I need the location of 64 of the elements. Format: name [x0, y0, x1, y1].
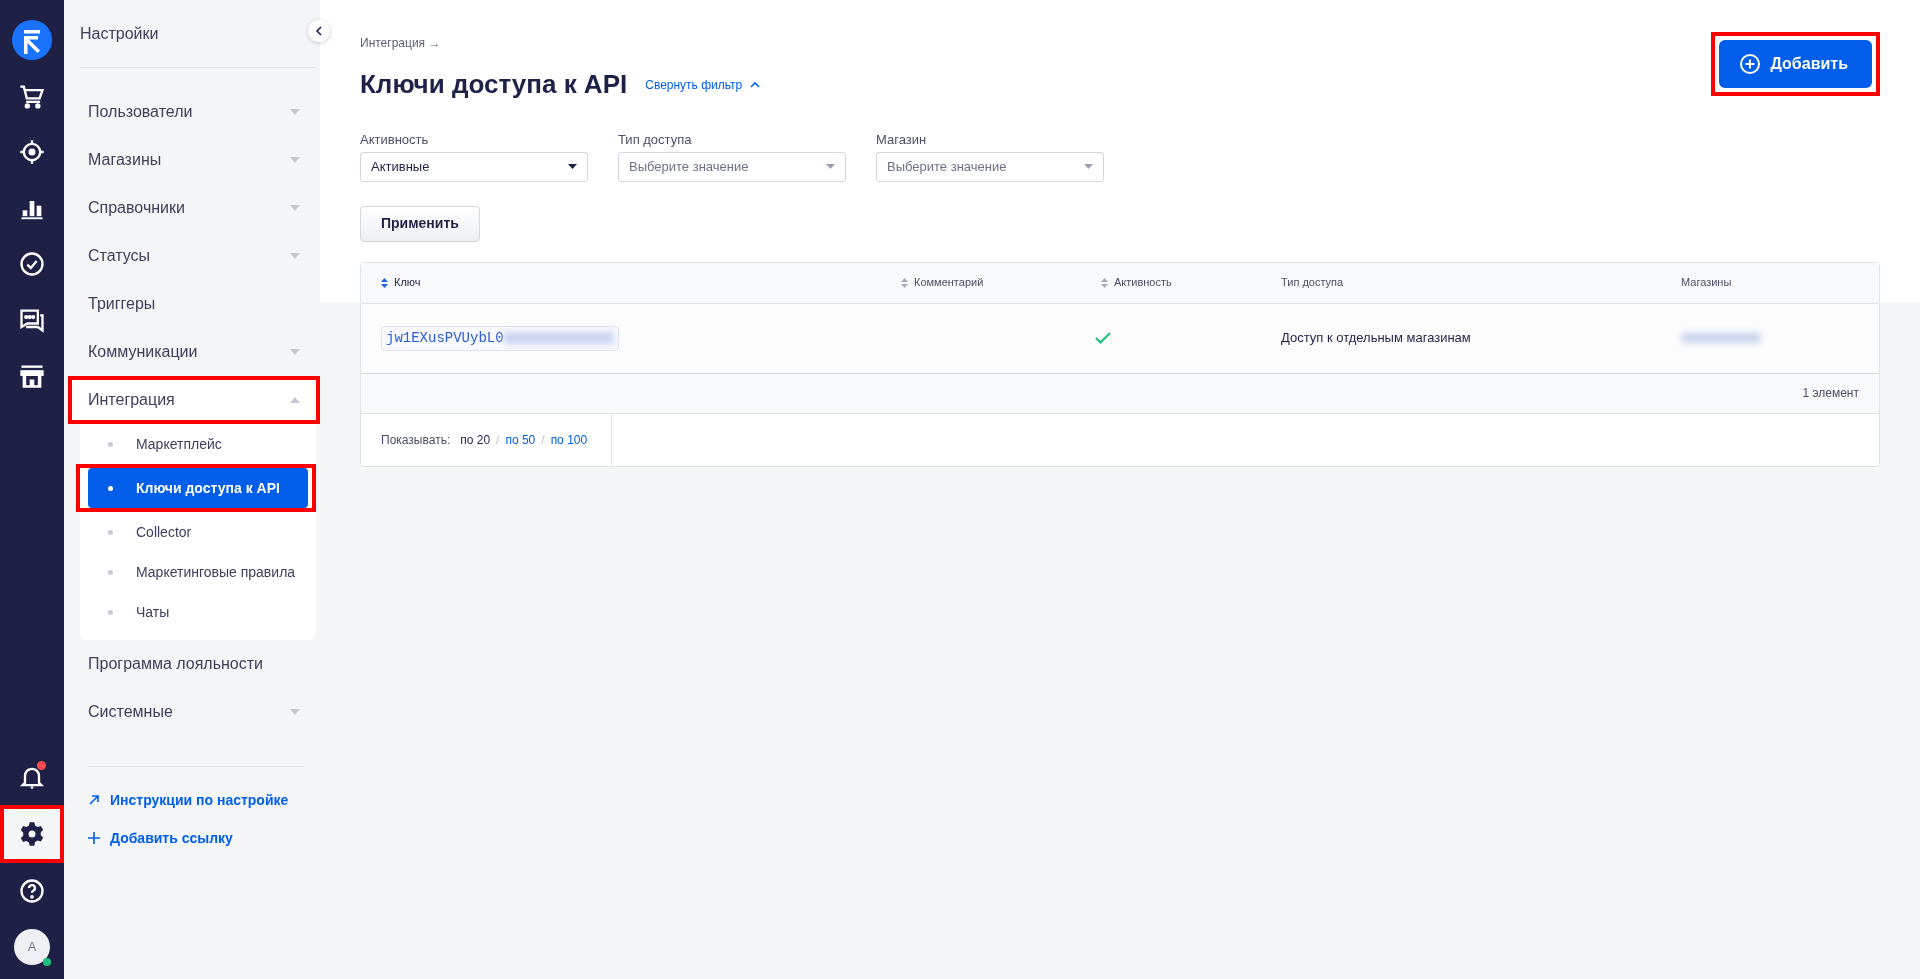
avatar[interactable]: A — [14, 929, 50, 965]
arrow-icon — [88, 794, 100, 806]
check-circle-icon — [18, 250, 46, 278]
filter-label: Магазин — [876, 131, 928, 150]
caret-icon — [1084, 164, 1093, 170]
caret-icon — [290, 253, 300, 259]
caret-icon — [826, 164, 835, 170]
separator: / — [496, 431, 500, 449]
page-size-link[interactable]: по 50 — [505, 430, 536, 449]
filter-label: Активность — [360, 131, 430, 150]
add-button[interactable]: Добавить — [1718, 40, 1872, 88]
column-header: Тип доступа — [1280, 275, 1345, 291]
chevron-left-icon — [315, 26, 323, 36]
plus-icon — [88, 832, 100, 844]
filter-toggle-link[interactable]: Свернуть фильтр — [645, 75, 761, 94]
plus-circle-icon — [1738, 53, 1761, 75]
caret-icon — [290, 109, 300, 115]
sidebar-item[interactable]: Статусы — [80, 232, 316, 280]
separator: / — [541, 431, 545, 449]
sidebar-item[interactable]: Программа лояльности — [80, 640, 316, 688]
submenu-item[interactable]: Маркетинговые правила — [88, 552, 308, 592]
sidebar-item[interactable]: Справочники — [80, 184, 316, 232]
help-icon — [18, 877, 46, 905]
sidebar-item[interactable]: Триггеры — [80, 280, 316, 328]
caret-icon — [568, 164, 577, 170]
sidebar-link[interactable]: Добавить ссылку — [88, 819, 304, 857]
item-count: 1 элемент — [1802, 385, 1859, 403]
select-field[interactable]: Активные — [360, 151, 588, 182]
sidebar-item[interactable]: Магазины — [80, 136, 316, 184]
sidebar-item[interactable]: Пользователи — [80, 88, 316, 136]
caret-icon — [290, 349, 300, 355]
page-size-link[interactable]: по 20 — [460, 430, 491, 449]
filter-label: Тип доступа — [618, 131, 693, 150]
breadcrumb-link[interactable]: Интеграция → — [360, 34, 441, 52]
sidebar-title: Настройки — [80, 0, 316, 68]
column-header[interactable]: Ключ — [361, 274, 881, 291]
sidebar-item[interactable]: Интеграция — [72, 380, 316, 420]
logo-icon — [12, 20, 52, 60]
target-icon — [18, 138, 46, 166]
unread-dot — [37, 761, 46, 770]
caret-icon — [290, 205, 300, 211]
sidebar-link[interactable]: Инструкции по настройке — [88, 781, 304, 819]
column-header: Магазины — [1680, 275, 1733, 291]
sidebar-item[interactable]: Коммуникации — [80, 328, 316, 376]
select-field[interactable]: Выберите значение — [876, 151, 1104, 182]
submenu-item[interactable]: Чаты — [88, 592, 308, 632]
caret-icon — [290, 397, 300, 403]
caret-icon — [290, 157, 300, 163]
page-title: Ключи доступа к API — [360, 69, 628, 101]
page-size-label: Показывать: — [381, 431, 451, 449]
apply-button[interactable]: Применить — [360, 205, 480, 242]
column-header[interactable]: Комментарий — [881, 274, 1081, 291]
key-field[interactable]: jw1EXusPVUybL0 — [381, 325, 619, 351]
caret-icon — [290, 709, 300, 715]
select-field[interactable]: Выберите значение — [618, 151, 846, 182]
sidebar-item[interactable]: Системные — [80, 688, 316, 736]
submenu-item[interactable]: Маркетплейс — [88, 424, 308, 464]
settings-icon — [18, 820, 46, 848]
table-cell-text: Доступ к отдельным магазинам — [1281, 329, 1472, 348]
submenu-item[interactable]: Ключи доступа к API — [88, 468, 308, 508]
page-size-link[interactable]: по 100 — [550, 430, 588, 449]
collapse-button[interactable] — [308, 20, 330, 42]
column-header[interactable]: Активность — [1081, 274, 1261, 291]
submenu-item[interactable]: Collector — [88, 512, 308, 552]
